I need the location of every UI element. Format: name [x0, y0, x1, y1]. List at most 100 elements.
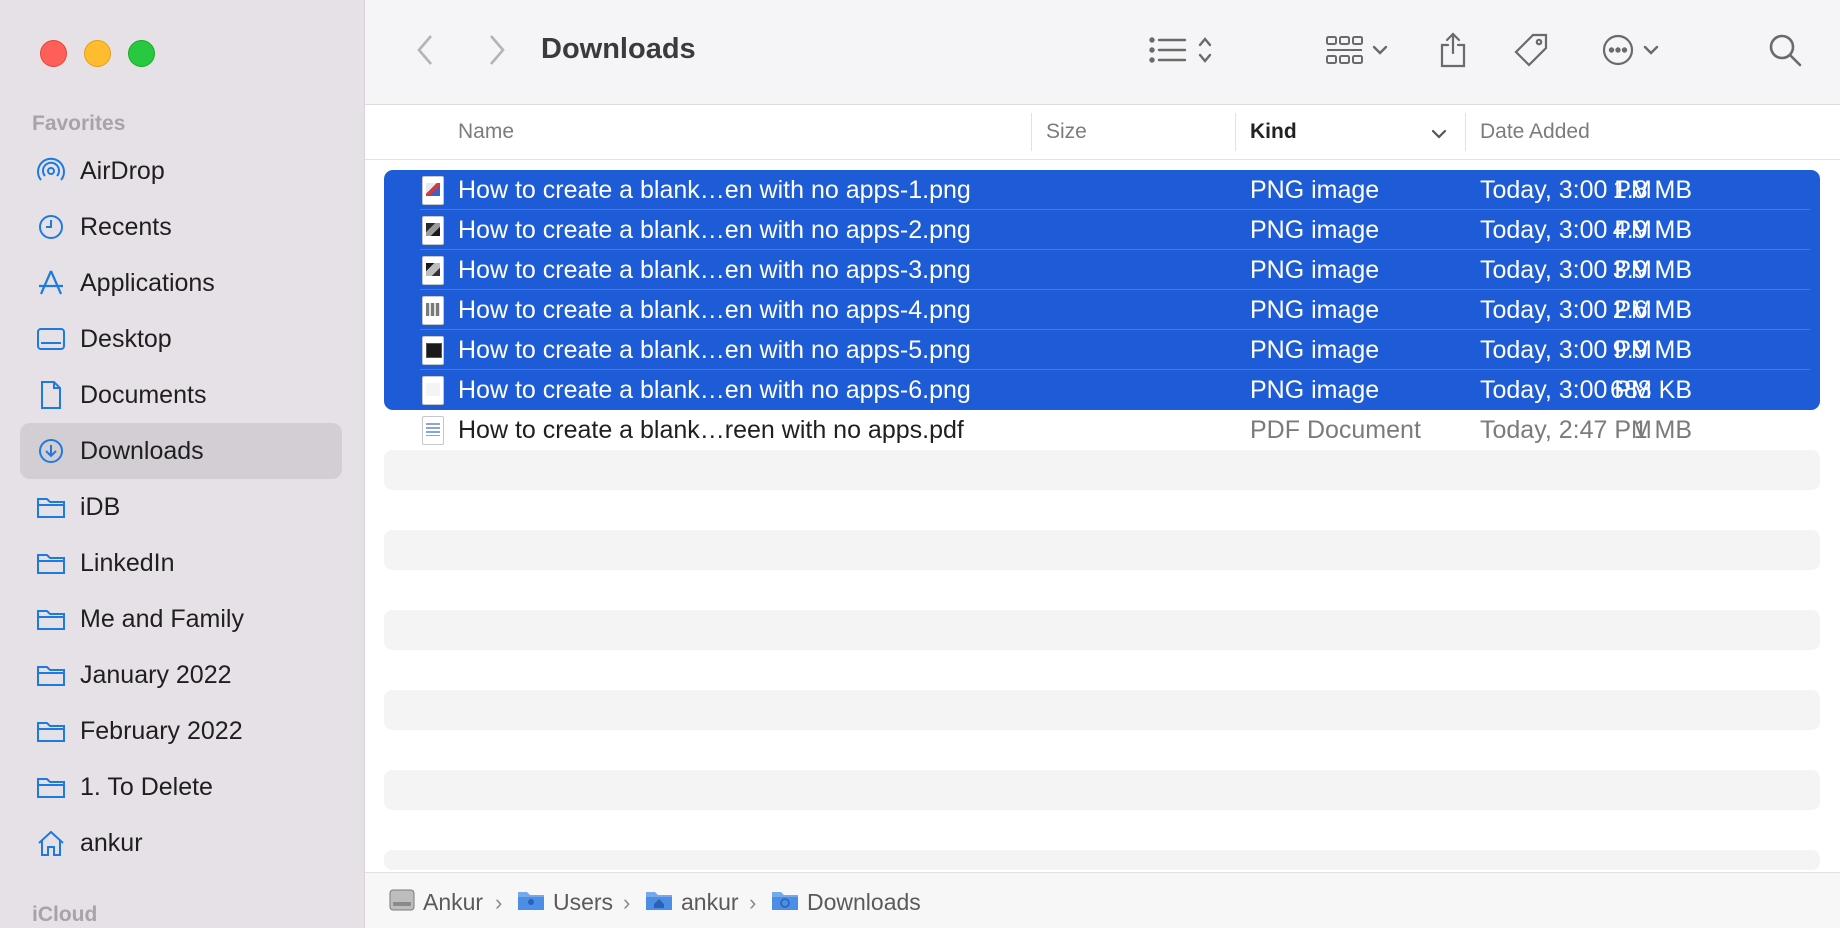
- table-row[interactable]: How to create a blank…en with no apps-4.…: [384, 290, 1820, 330]
- file-kind: PNG image: [1250, 296, 1380, 324]
- png-file-icon: [422, 176, 444, 205]
- empty-row-stripe: [384, 610, 1820, 650]
- group-button[interactable]: [1319, 30, 1395, 74]
- sidebar-item-documents[interactable]: Documents: [20, 367, 342, 423]
- png-file-icon: [422, 256, 444, 285]
- file-kind: PDF Document: [1250, 416, 1421, 444]
- tag-icon: [1513, 32, 1549, 73]
- sidebar-item-ankur[interactable]: ankur: [20, 815, 342, 871]
- path-crumb-home[interactable]: ankur: [645, 888, 739, 917]
- column-divider[interactable]: [1031, 113, 1032, 151]
- column-name[interactable]: Name: [458, 120, 514, 144]
- search-button[interactable]: [1763, 30, 1807, 74]
- folder-icon: [36, 716, 66, 746]
- zoom-button[interactable]: [128, 40, 155, 67]
- path-crumb-downloads[interactable]: Downloads: [771, 888, 921, 917]
- chevron-right-icon: ›: [623, 890, 631, 915]
- sidebar-item-idb[interactable]: iDB: [20, 479, 342, 535]
- folder-icon: [36, 660, 66, 690]
- file-kind: PNG image: [1250, 176, 1380, 204]
- search-icon: [1767, 32, 1803, 73]
- download-icon: [36, 436, 66, 466]
- close-button[interactable]: [40, 40, 67, 67]
- png-file-icon: [422, 216, 444, 245]
- column-size[interactable]: Size: [1046, 120, 1087, 144]
- column-header: Name Size Kind Date Added: [365, 105, 1840, 160]
- hard-drive-icon: [389, 888, 415, 917]
- sidebar-item-desktop[interactable]: Desktop: [20, 311, 342, 367]
- ellipsis-circle-icon: [1601, 33, 1635, 72]
- file-name: How to create a blank…en with no apps-4.…: [458, 296, 971, 324]
- applications-icon: [36, 268, 66, 298]
- empty-row-stripe: [384, 450, 1820, 490]
- table-row[interactable]: How to create a blank…en with no apps-2.…: [384, 210, 1820, 250]
- file-name: How to create a blank…en with no apps-5.…: [458, 336, 971, 364]
- table-row[interactable]: How to create a blank…en with no apps-6.…: [384, 370, 1820, 410]
- chevron-right-icon: ›: [749, 890, 757, 915]
- empty-row-stripe: [384, 530, 1820, 570]
- sidebar-item-january-2022[interactable]: January 2022: [20, 647, 342, 703]
- forward-button[interactable]: [477, 30, 517, 74]
- table-row[interactable]: How to create a blank…reen with no apps.…: [384, 410, 1820, 450]
- file-name: How to create a blank…en with no apps-6.…: [458, 376, 971, 404]
- table-row[interactable]: How to create a blank…en with no apps-3.…: [384, 250, 1820, 290]
- column-divider[interactable]: [1465, 113, 1466, 151]
- home-folder-icon: [645, 888, 673, 917]
- sidebar-item-me-and-family[interactable]: Me and Family: [20, 591, 342, 647]
- tags-button[interactable]: [1509, 30, 1553, 74]
- downloads-folder-icon: [771, 888, 799, 917]
- column-kind[interactable]: Kind: [1250, 120, 1297, 144]
- table-row[interactable]: How to create a blank…en with no apps-1.…: [384, 170, 1820, 210]
- folder-icon: [36, 492, 66, 522]
- sidebar-item-airdrop[interactable]: AirDrop: [20, 143, 342, 199]
- chevron-down-icon: [1372, 43, 1388, 61]
- sidebar-item-label: Me and Family: [80, 604, 244, 633]
- file-date: Today, 3:00 PM: [1480, 296, 1652, 324]
- png-file-icon: [422, 336, 444, 365]
- back-button[interactable]: [405, 30, 445, 74]
- folder-icon: [36, 548, 66, 578]
- sidebar-item-linkedin[interactable]: LinkedIn: [20, 535, 342, 591]
- column-divider[interactable]: [1235, 113, 1236, 151]
- sidebar-item-applications[interactable]: Applications: [20, 255, 342, 311]
- more-actions-button[interactable]: [1595, 30, 1665, 74]
- clock-icon: [36, 212, 66, 242]
- sort-chevron-down-icon[interactable]: [1431, 127, 1447, 145]
- file-name: How to create a blank…reen with no apps.…: [458, 416, 964, 444]
- empty-row-stripe: [384, 770, 1820, 810]
- share-icon: [1438, 31, 1468, 74]
- table-row[interactable]: How to create a blank…en with no apps-5.…: [384, 330, 1820, 370]
- minimize-button[interactable]: [84, 40, 111, 67]
- file-name: How to create a blank…en with no apps-2.…: [458, 216, 971, 244]
- sidebar-item-downloads[interactable]: Downloads: [20, 423, 342, 479]
- list-view-icon: [1149, 35, 1189, 70]
- users-folder-icon: [517, 888, 545, 917]
- sidebar-item-label: Downloads: [80, 436, 204, 465]
- file-date: Today, 2:47 PM: [1480, 416, 1652, 444]
- sidebar-item-to-delete[interactable]: 1. To Delete: [20, 759, 342, 815]
- icloud-header: iCloud: [32, 903, 98, 926]
- file-date: Today, 3:00 PM: [1480, 256, 1652, 284]
- chevron-left-icon: [415, 33, 435, 72]
- sidebar-item-label: Documents: [80, 380, 207, 409]
- pdf-file-icon: [422, 416, 444, 445]
- path-crumb-users[interactable]: Users: [517, 888, 613, 917]
- sidebar-item-february-2022[interactable]: February 2022: [20, 703, 342, 759]
- view-options-button[interactable]: [1141, 30, 1221, 74]
- sidebar-item-label: Desktop: [80, 324, 172, 353]
- share-button[interactable]: [1431, 30, 1475, 74]
- file-date: Today, 3:00 PM: [1480, 376, 1652, 404]
- chevron-right-icon: [487, 33, 507, 72]
- desktop-icon: [36, 324, 66, 354]
- file-name: How to create a blank…en with no apps-3.…: [458, 256, 971, 284]
- path-bar: Ankur › Users › ankur › Downloads: [365, 872, 1840, 928]
- sidebar-item-label: Applications: [80, 268, 215, 297]
- sidebar-item-recents[interactable]: Recents: [20, 199, 342, 255]
- column-date-added[interactable]: Date Added: [1480, 120, 1590, 144]
- chevron-right-icon: ›: [495, 890, 503, 915]
- grid-icon: [1326, 35, 1364, 70]
- sidebar-item-label: February 2022: [80, 716, 243, 745]
- path-crumb-ankur[interactable]: Ankur: [389, 888, 483, 917]
- sidebar-item-label: AirDrop: [80, 156, 165, 185]
- chevron-down-icon: [1643, 43, 1659, 61]
